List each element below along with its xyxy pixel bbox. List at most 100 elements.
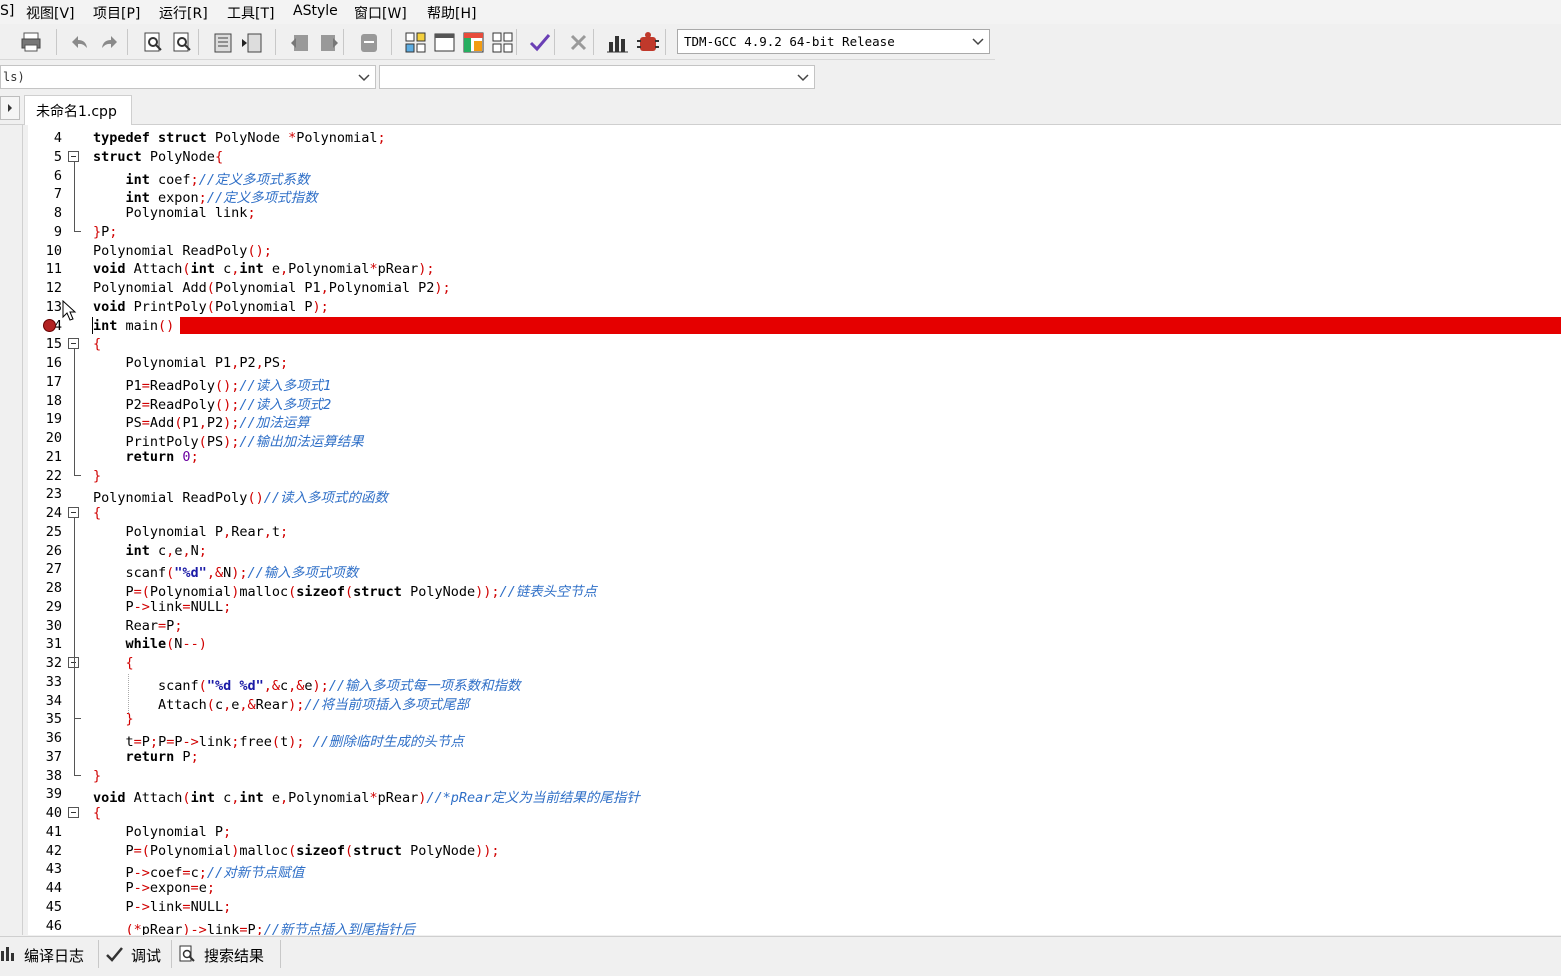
code-line[interactable]: 39 void Attach(int c,int e,Polynomial*pRe… [28,784,1561,806]
code-line[interactable]: 6 int coef;//定义多项式系数 [28,166,1561,188]
code-line[interactable]: 10 Polynomial ReadPoly(); [28,241,1561,260]
unindent-button[interactable] [238,29,264,55]
menu-item[interactable]: 视图[V] [26,3,75,23]
code-line[interactable]: 26 int c,e,N; [28,541,1561,560]
code-line[interactable]: 36 t=P;P=P->link;free(t); //删除临时生成的头节点 [28,728,1561,750]
code-token: e [271,261,281,278]
code-line[interactable]: 34 Attach(c,e,&Rear);//将当前项插入多项式尾部 [28,691,1561,713]
code-line[interactable]: 4 typedef struct PolyNode *Polynomial; [28,128,1561,147]
code-line[interactable]: 12 Polynomial Add(Polynomial P1,Polynomia… [28,278,1561,297]
code-line[interactable]: 28 P=(Polynomial)malloc(sizeof(struct Po… [28,578,1561,600]
code-line[interactable]: 33 scanf("%d %d",&c,&e);//输入多项式每一项系数和指数 [28,672,1561,694]
line-number: 18 [45,392,62,409]
bottom-tab[interactable]: 编译日志 [0,940,99,968]
fold-toggle-icon[interactable] [68,807,79,818]
code-line[interactable]: 38} [28,766,1561,785]
breakpoint-icon[interactable] [43,318,56,332]
code-token: int [125,542,159,559]
code-line[interactable]: 46 (*pRear)->link=P;//新节点插入到尾指针后 [28,916,1561,936]
grid-button[interactable] [402,29,428,55]
code-text: typedef struct PolyNode *Polynomial; [93,130,386,146]
line-number: 34 [45,692,62,709]
layout-button[interactable] [460,29,486,55]
menu-item[interactable]: 帮助[H] [427,3,476,23]
menu-item[interactable]: 窗口[W] [354,3,407,23]
code-line[interactable]: 37 return P; [28,747,1561,766]
code-line[interactable]: 17 P1=ReadPoly();//读入多项式1 [28,372,1561,394]
code-line[interactable]: 42 P=(Polynomial)malloc(sizeof(struct Po… [28,841,1561,860]
code-line[interactable]: 20 PrintPoly(PS);//输出加法运算结果 [28,428,1561,450]
bottom-tab-label: 搜索结果 [204,947,265,965]
compiler-select[interactable]: TDM-GCC 4.9.2 64-bit Release [677,29,990,54]
code-line[interactable]: 30 Rear=P; [28,616,1561,635]
code-editor[interactable]: 4 typedef struct PolyNode *Polynomial; 5st… [28,125,1561,935]
code-line[interactable]: 13 void PrintPoly(Polynomial P); [28,297,1561,316]
code-line[interactable]: 18 P2=ReadPoly();//读入多项式2 [28,391,1561,413]
bookmark-prev-button[interactable] [287,29,313,55]
indent-icon [214,33,232,53]
bookmark-button[interactable] [355,29,381,55]
panel-toggle-button[interactable] [0,96,20,120]
code-line[interactable]: 43 P->coef=c;//对新节点赋值 [28,859,1561,881]
code-line[interactable]: 8 Polynomial link; [28,203,1561,222]
code-token: (); [247,242,272,259]
code-token: { [125,655,134,671]
code-line[interactable]: 23 Polynomial ReadPoly()//读入多项式的函数 [28,484,1561,506]
code-line[interactable]: 25 Polynomial P,Rear,t; [28,522,1561,541]
fold-toggle-icon[interactable] [68,507,79,518]
tiles-button[interactable] [489,29,515,55]
code-token: int [239,261,272,278]
menu-item[interactable]: 项目[P] [93,3,140,23]
print-button[interactable] [18,29,44,55]
menu-item[interactable]: AStyle [293,3,338,19]
code-line[interactable]: 31 while(N--) [28,634,1561,653]
code-line[interactable]: 44 P->expon=e; [28,878,1561,897]
code-line[interactable]: 41 Polynomial P; [28,822,1561,841]
check-button[interactable] [526,29,552,55]
code-line[interactable]: 24 { [28,503,1561,522]
code-line[interactable]: 35 } [28,709,1561,728]
code-token: , [223,523,232,540]
code-line[interactable]: 5 struct PolyNode{ [28,147,1561,166]
code-token: P2 [239,355,256,371]
fold-toggle-icon[interactable] [68,338,79,350]
bottom-tab[interactable]: 搜索结果 [172,940,281,968]
undo-icon [72,36,87,48]
debug-button[interactable] [634,29,660,55]
menu-item[interactable]: 运行[R] [159,3,208,23]
code-line[interactable]: 11 void Attach(int c,int e,Polynomial*pRe… [28,259,1561,278]
member-combo[interactable] [379,65,815,89]
bottom-tab[interactable]: 调试 [99,940,172,968]
redo-button[interactable] [95,29,121,55]
code-line[interactable]: 40 { [28,803,1561,822]
class-combo[interactable]: ls) [0,65,376,89]
menu-item[interactable]: S] [0,3,14,19]
bookmark-next-button[interactable] [316,29,342,55]
code-line[interactable]: 45 P->link=NULL; [28,897,1561,916]
code-line[interactable]: 32 { [28,653,1561,672]
code-line[interactable]: 29 P->link=NULL; [28,597,1561,616]
line-number: 36 [45,730,62,746]
file-tab[interactable]: 未命名1.cpp [24,95,132,125]
replace-button[interactable] [169,29,195,55]
code-line[interactable]: 21 return 0; [28,447,1561,466]
code-line[interactable]: 9}P; [28,222,1561,241]
indent-button[interactable] [209,29,235,55]
code-text: Polynomial P1,P2,PS; [93,355,289,371]
code-line[interactable]: 22} [28,466,1561,485]
code-line[interactable]: 19 PS=Add(P1,P2);//加法运算 [28,409,1561,431]
fold-toggle-icon[interactable] [68,150,79,162]
code-line[interactable]: 14int main() [28,316,1561,335]
delete-button[interactable] [565,29,591,55]
chart-button[interactable] [604,29,630,55]
code-line[interactable]: 27 scanf("%d",&N);//输入多项式项数 [28,559,1561,581]
undo-button[interactable] [66,29,92,55]
code-line[interactable]: 15 { [28,334,1561,353]
line-number: 23 [45,486,62,503]
menu-item[interactable]: 工具[T] [227,3,274,23]
code-line[interactable]: 7 int expon;//定义多项式指数 [28,184,1561,206]
find-button[interactable] [140,29,166,55]
code-line[interactable]: 16 Polynomial P1,P2,PS; [28,353,1561,372]
window-button[interactable] [431,29,457,55]
